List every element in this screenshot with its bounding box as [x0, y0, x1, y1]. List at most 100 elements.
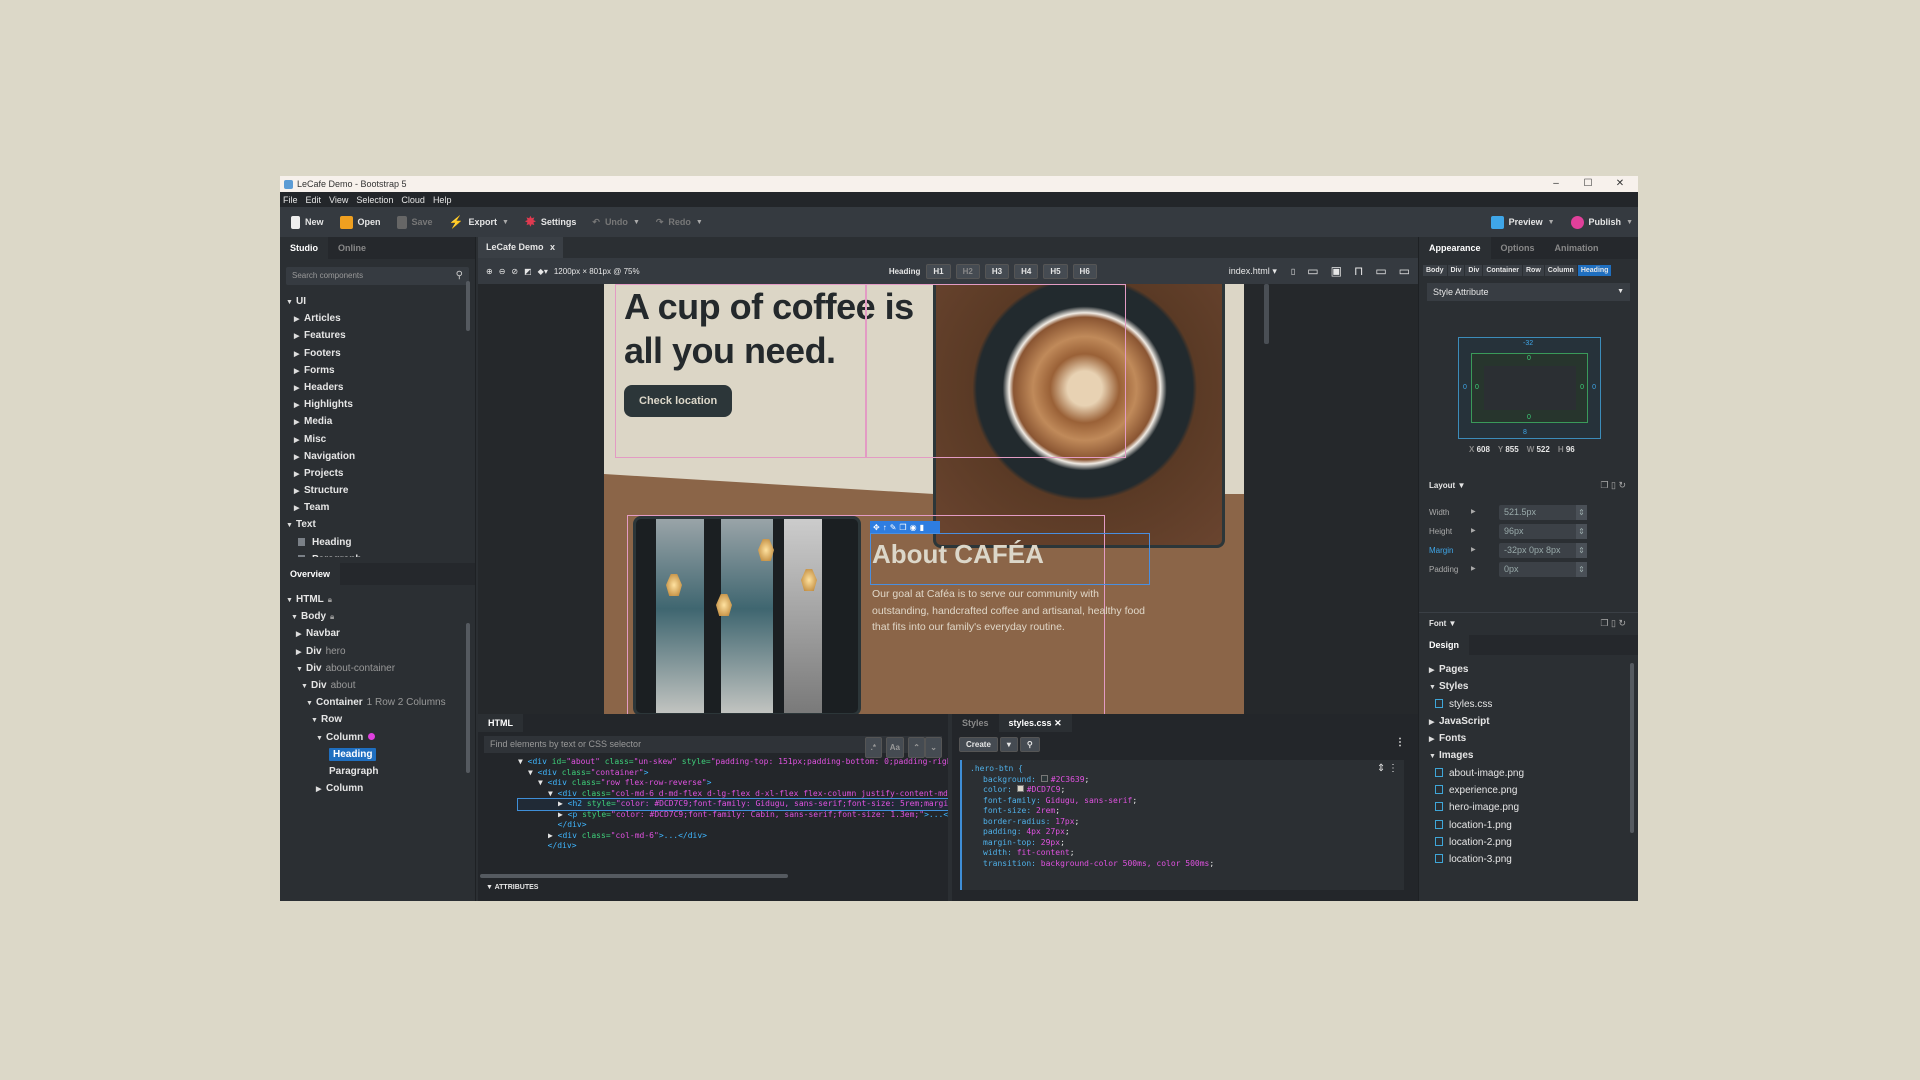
about-paragraph[interactable]: Our goal at Caféa is to serve our commun… — [872, 586, 1157, 636]
device-laptop-icon[interactable]: ⊓ — [1354, 264, 1363, 278]
breadcrumb-heading[interactable]: Heading — [1577, 265, 1612, 276]
expand-toggle-icon[interactable]: ▼ — [548, 789, 558, 798]
tab-appearance[interactable]: Appearance — [1419, 237, 1491, 259]
menu-cloud[interactable]: Cloud — [401, 195, 425, 205]
copy-paste-reset-icons[interactable]: ❐ ▯ ↻ — [1600, 618, 1626, 629]
field-label-height[interactable]: Height — [1429, 527, 1452, 536]
save-button[interactable]: Save — [392, 215, 438, 229]
tab-styles[interactable]: Styles — [952, 714, 999, 732]
tab-online[interactable]: Online — [328, 237, 376, 259]
tree-item-misc[interactable]: ▶ Misc — [286, 431, 475, 448]
breadcrumb-row[interactable]: Row — [1522, 265, 1544, 276]
tab-design[interactable]: Design — [1419, 635, 1470, 655]
tree-item-structure[interactable]: ▶ Structure — [286, 482, 475, 499]
tree-item-projects[interactable]: ▶ Projects — [286, 465, 475, 482]
previous-match-icon[interactable]: ⌃ — [908, 737, 925, 758]
html-node-line[interactable]: ▶ <p style="color: #DCD7C9;font-family: … — [518, 810, 948, 821]
design-item-location-1-png[interactable]: location-1.png — [1429, 817, 1524, 834]
html-node-line[interactable]: ▼ <div class="container"> — [518, 768, 948, 779]
layout-section-toggle[interactable]: Layout ▼ — [1429, 481, 1465, 490]
find-elements-input[interactable]: Find elements by text or CSS selector .*… — [484, 736, 942, 758]
scrollbar[interactable] — [466, 623, 470, 773]
device-phone-icon[interactable]: ▯ — [1291, 267, 1295, 276]
export-button[interactable]: ⚡ Export ▼ — [444, 215, 514, 229]
menu-help[interactable]: Help — [433, 195, 452, 205]
close-button[interactable]: ✕ — [1604, 176, 1636, 192]
edit-icon[interactable]: ✎ — [890, 523, 897, 532]
expand-toggle-icon[interactable]: ▶ — [558, 810, 568, 819]
heading-h5-button[interactable]: H5 — [1043, 263, 1068, 279]
design-item-images[interactable]: ▼ Images — [1429, 747, 1524, 764]
heading-h6-button[interactable]: H6 — [1072, 263, 1097, 279]
padding-bottom-value[interactable]: 0 — [1527, 414, 1531, 421]
field-label-width[interactable]: Width — [1429, 508, 1449, 517]
expand-toggle-icon[interactable]: ▼ — [518, 757, 528, 766]
device-tablet-icon[interactable]: ▭ — [1307, 264, 1318, 278]
minimize-button[interactable]: – — [1540, 176, 1572, 192]
margin-input[interactable]: -32px 0px 8px — [1499, 543, 1587, 558]
about-image[interactable] — [633, 516, 861, 714]
expand-arrow-icon[interactable]: ▶ — [1471, 508, 1476, 515]
outline-toggle-icon[interactable]: ⊘ — [511, 267, 518, 276]
menu-edit[interactable]: Edit — [306, 195, 322, 205]
about-title[interactable]: About CAFÉA — [872, 539, 1044, 570]
overview-item-row[interactable]: ▼ Row — [286, 711, 475, 728]
css-declaration[interactable]: background: #2C3639; — [983, 774, 1396, 786]
menu-selection[interactable]: Selection — [356, 195, 393, 205]
tree-item-team[interactable]: ▶ Team — [286, 499, 475, 516]
font-section-toggle[interactable]: Font ▼ — [1429, 619, 1456, 628]
design-item-styles-css[interactable]: styles.css — [1429, 696, 1524, 713]
html-node-line[interactable]: ▼ <div class="row flex-row-reverse"> — [518, 778, 948, 789]
design-item-styles[interactable]: ▼ Styles — [1429, 678, 1524, 695]
css-declaration[interactable]: transition: background-color 500ms, colo… — [983, 859, 1396, 870]
duplicate-icon[interactable]: ❐ — [899, 523, 906, 532]
tree-item-ui[interactable]: ▼ UI — [286, 293, 475, 310]
margin-bottom-value[interactable]: 8 — [1523, 429, 1527, 436]
tree-item-features[interactable]: ▶ Features — [286, 327, 475, 344]
undo-button[interactable]: ↶ Undo ▼ — [587, 217, 644, 228]
tree-item-highlights[interactable]: ▶ Highlights — [286, 396, 475, 413]
design-item-about-image-png[interactable]: about-image.png — [1429, 765, 1524, 782]
design-item-pages[interactable]: ▶ Pages — [1429, 661, 1524, 678]
settings-button[interactable]: ✸ Settings — [520, 214, 581, 230]
heading-h4-button[interactable]: H4 — [1014, 263, 1039, 279]
overview-item-container[interactable]: ▼ Container 1 Row 2 Columns — [286, 694, 475, 711]
style-attribute-select[interactable]: Style Attribute ▼ — [1427, 283, 1630, 301]
tree-item-heading[interactable]: Heading — [286, 534, 475, 551]
css-declaration[interactable]: font-size: 2rem; — [983, 806, 1396, 817]
menu-file[interactable]: File — [283, 195, 298, 205]
tab-animation[interactable]: Animation — [1545, 237, 1609, 259]
horizontal-scrollbar[interactable] — [480, 874, 788, 878]
design-item-location-3-png[interactable]: location-3.png — [1429, 851, 1524, 868]
html-node-line[interactable]: ▶ <div class="col-md-6">...</div> — [518, 831, 948, 842]
tree-item-articles[interactable]: ▶ Articles — [286, 310, 475, 327]
expand-toggle-icon[interactable]: ▶ — [558, 799, 568, 808]
html-node-line[interactable]: ▼ <div id="about" class="un-skew" style=… — [518, 757, 948, 768]
redo-button[interactable]: ↷ Redo ▼ — [651, 217, 708, 228]
device-desktop-icon[interactable]: ▭ — [1375, 264, 1386, 278]
tab-html[interactable]: HTML — [478, 714, 523, 732]
expand-arrow-icon[interactable]: ▶ — [1471, 565, 1476, 572]
field-label-padding[interactable]: Padding — [1429, 565, 1458, 574]
tree-item-paragraph[interactable]: Paragraph — [286, 551, 475, 557]
breadcrumb-container[interactable]: Container — [1483, 265, 1522, 276]
overview-item-html[interactable]: ▼ HTML 🔒︎ — [286, 591, 475, 608]
heading-h3-button[interactable]: H3 — [984, 263, 1010, 279]
breadcrumb-div[interactable]: Div — [1465, 265, 1483, 276]
more-options-icon[interactable]: ⋮ — [1395, 737, 1405, 752]
overview-item-paragraph[interactable]: Paragraph — [286, 763, 475, 780]
tree-item-forms[interactable]: ▶ Forms — [286, 362, 475, 379]
height-input[interactable]: 96px — [1499, 524, 1587, 539]
menu-view[interactable]: View — [329, 195, 348, 205]
design-item-hero-image-png[interactable]: hero-image.png — [1429, 799, 1524, 816]
design-item-location-2-png[interactable]: location-2.png — [1429, 834, 1524, 851]
design-item-fonts[interactable]: ▶ Fonts — [1429, 730, 1524, 747]
padding-left-value[interactable]: 0 — [1475, 384, 1479, 391]
search-components-input[interactable]: Search components ⚲ — [286, 267, 469, 285]
css-declaration[interactable]: font-family: Gidugu, sans-serif; — [983, 796, 1396, 807]
css-declaration[interactable]: width: fit-content; — [983, 848, 1396, 859]
document-tab[interactable]: LeCafe Demo x — [478, 237, 564, 258]
color-swatch[interactable] — [1016, 785, 1024, 792]
overview-item-heading[interactable]: Heading — [286, 746, 475, 763]
html-node-line[interactable]: </div> — [518, 841, 948, 852]
